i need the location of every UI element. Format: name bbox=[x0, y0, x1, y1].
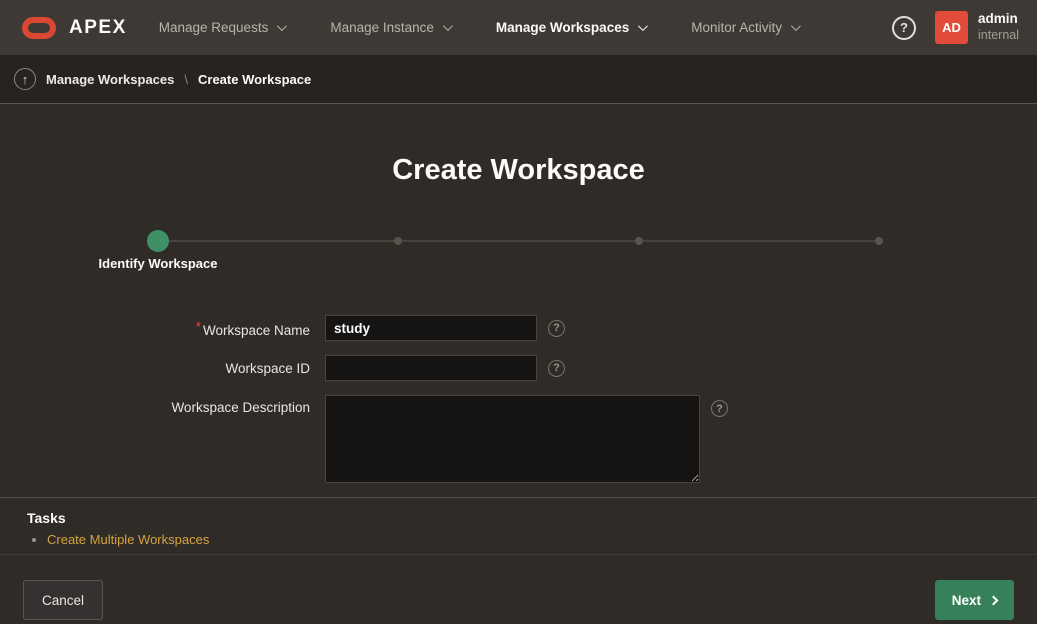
wizard-step-dot bbox=[875, 237, 883, 245]
avatar: AD bbox=[935, 11, 968, 44]
oracle-logo-icon bbox=[22, 17, 56, 39]
wizard-train-line bbox=[158, 240, 879, 242]
wizard-buttons-bar: Cancel Next bbox=[0, 554, 1037, 624]
main-content: Create Workspace Identify Workspace *Wor… bbox=[0, 103, 1037, 624]
user-name: admin bbox=[978, 11, 1019, 28]
menu-label: Manage Workspaces bbox=[496, 20, 629, 35]
help-icon[interactable]: ? bbox=[892, 16, 916, 40]
identify-workspace-form: *Workspace Name ? Workspace ID ? Workspa… bbox=[0, 315, 1037, 483]
cancel-button[interactable]: Cancel bbox=[23, 580, 103, 620]
apex-brand[interactable]: APEX bbox=[22, 17, 127, 39]
required-marker: * bbox=[196, 319, 201, 334]
task-item: Create Multiple Workspaces bbox=[47, 532, 1037, 547]
user-realm: internal bbox=[978, 28, 1019, 44]
breadcrumb-parent[interactable]: Manage Workspaces bbox=[46, 72, 174, 87]
breadcrumb-separator: \ bbox=[184, 72, 188, 87]
user-meta: admin internal bbox=[978, 11, 1019, 44]
tasks-region: Tasks Create Multiple Workspaces bbox=[0, 498, 1037, 554]
workspace-description-textarea[interactable] bbox=[325, 395, 700, 483]
workspace-name-row: *Workspace Name ? bbox=[0, 315, 1037, 341]
menu-label: Manage Instance bbox=[330, 20, 434, 35]
menu-manage-requests[interactable]: Manage Requests bbox=[159, 20, 285, 35]
workspace-name-label: *Workspace Name bbox=[0, 319, 310, 338]
navbar-right: ? AD admin internal bbox=[892, 11, 1019, 44]
chevron-down-icon bbox=[443, 21, 453, 31]
breadcrumb-current: Create Workspace bbox=[198, 72, 311, 87]
top-navbar: APEX Manage Requests Manage Instance Man… bbox=[0, 0, 1037, 55]
up-arrow-icon[interactable]: ↑ bbox=[14, 68, 36, 90]
workspace-name-input[interactable] bbox=[325, 315, 537, 341]
next-button-label: Next bbox=[952, 593, 981, 608]
workspace-description-row: Workspace Description ? bbox=[0, 395, 1037, 483]
page-title: Create Workspace bbox=[0, 104, 1037, 190]
workspace-id-label: Workspace ID bbox=[0, 361, 310, 376]
workspace-id-row: Workspace ID ? bbox=[0, 355, 1037, 381]
tasks-heading: Tasks bbox=[27, 510, 1037, 526]
chevron-right-icon bbox=[989, 595, 999, 605]
menu-manage-workspaces[interactable]: Manage Workspaces bbox=[496, 20, 645, 35]
chevron-down-icon bbox=[277, 21, 287, 31]
wizard-step-label: Identify Workspace bbox=[99, 256, 218, 271]
cancel-button-label: Cancel bbox=[42, 593, 84, 608]
breadcrumb: ↑ Manage Workspaces \ Create Workspace bbox=[0, 55, 1037, 103]
wizard-step-dot bbox=[635, 237, 643, 245]
chevron-down-icon bbox=[638, 21, 648, 31]
wizard-step-dot bbox=[394, 237, 402, 245]
main-menu: Manage Requests Manage Instance Manage W… bbox=[159, 20, 798, 35]
menu-label: Manage Requests bbox=[159, 20, 269, 35]
brand-name: APEX bbox=[69, 17, 127, 39]
wizard-step-dot-current bbox=[147, 230, 169, 252]
workspace-name-label-text: Workspace Name bbox=[203, 323, 310, 338]
workspace-description-label: Workspace Description bbox=[0, 395, 310, 415]
menu-manage-instance[interactable]: Manage Instance bbox=[330, 20, 450, 35]
tasks-list: Create Multiple Workspaces bbox=[47, 532, 1037, 547]
next-button[interactable]: Next bbox=[935, 580, 1014, 620]
workspace-name-help-icon[interactable]: ? bbox=[548, 320, 565, 337]
create-multiple-workspaces-link[interactable]: Create Multiple Workspaces bbox=[47, 532, 209, 547]
workspace-id-label-text: Workspace ID bbox=[225, 361, 310, 376]
wizard-train: Identify Workspace bbox=[158, 230, 879, 252]
workspace-description-help-icon[interactable]: ? bbox=[711, 400, 728, 417]
menu-label: Monitor Activity bbox=[691, 20, 782, 35]
user-menu[interactable]: AD admin internal bbox=[935, 11, 1019, 44]
chevron-down-icon bbox=[791, 21, 801, 31]
menu-monitor-activity[interactable]: Monitor Activity bbox=[691, 20, 798, 35]
workspace-id-input[interactable] bbox=[325, 355, 537, 381]
workspace-description-label-text: Workspace Description bbox=[171, 400, 310, 415]
workspace-id-help-icon[interactable]: ? bbox=[548, 360, 565, 377]
